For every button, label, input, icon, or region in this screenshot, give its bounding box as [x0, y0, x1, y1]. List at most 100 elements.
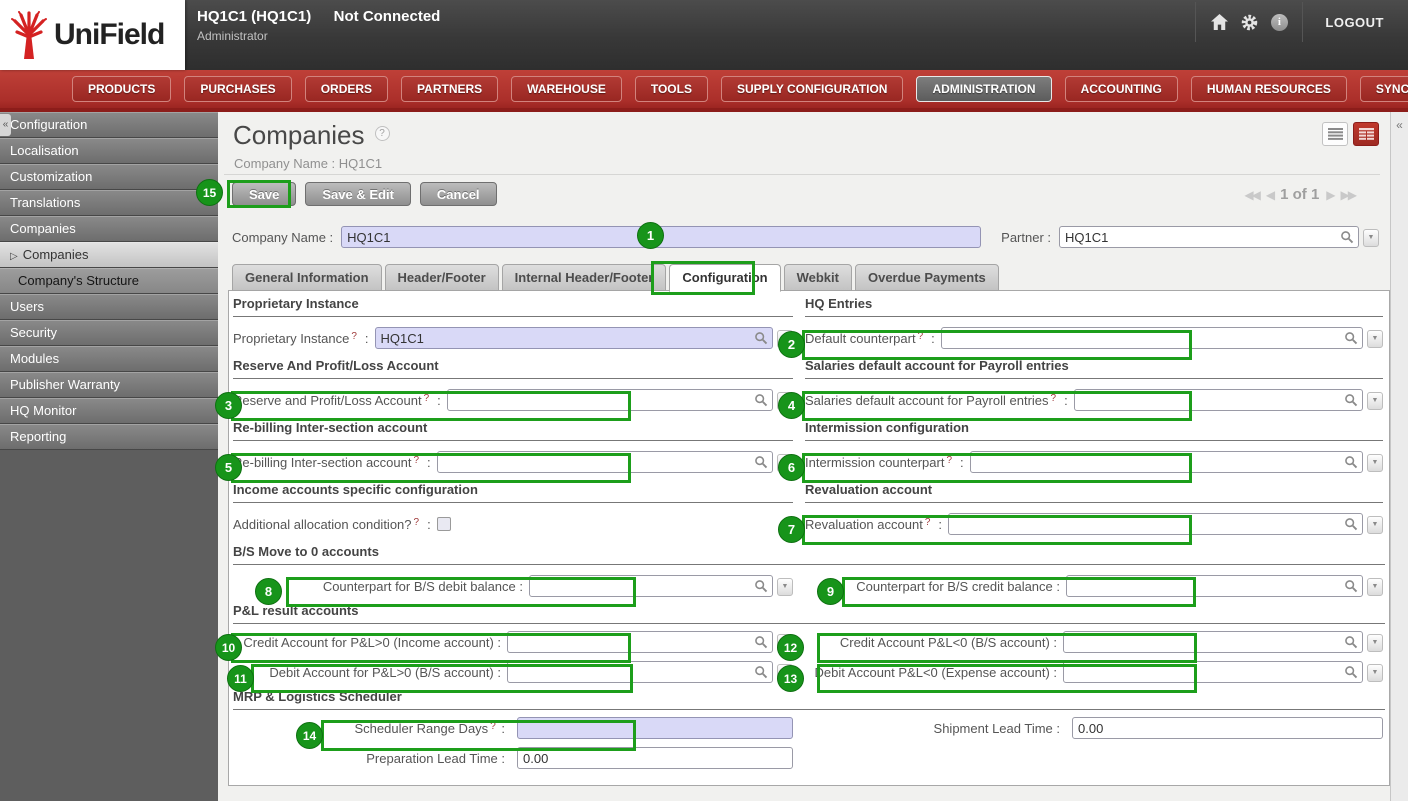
search-icon: [754, 331, 768, 345]
menu-tools[interactable]: TOOLS: [634, 76, 708, 102]
tab-overdue-payments[interactable]: Overdue Payments: [854, 264, 999, 291]
pl-debit-bs-input[interactable]: [507, 661, 773, 683]
sidebar-item-reporting[interactable]: Reporting: [0, 424, 218, 450]
preparation-lead-time-input[interactable]: [517, 747, 793, 769]
help-icon[interactable]: ?: [946, 455, 952, 466]
info-icon[interactable]: i: [1264, 9, 1294, 35]
dropdown-icon[interactable]: ▼: [1367, 516, 1383, 534]
logout-button[interactable]: LOGOUT: [1311, 15, 1398, 30]
dropdown-icon[interactable]: ▼: [777, 578, 793, 596]
pl-credit-bs-input[interactable]: [1063, 631, 1363, 653]
sidebar-item-security[interactable]: Security: [0, 320, 218, 346]
colon: :: [437, 392, 441, 408]
rebilling-account-input[interactable]: [436, 451, 773, 473]
search-icon: [754, 455, 768, 469]
bs-credit-balance-input[interactable]: [1066, 575, 1363, 597]
tab-header-footer[interactable]: Header/Footer: [384, 264, 499, 291]
sidebar-item-hq-monitor[interactable]: HQ Monitor: [0, 398, 218, 424]
pl-credit-income-label: Credit Account for P&L>0 (Income account…: [243, 634, 501, 650]
shipment-lead-time-input[interactable]: [1072, 717, 1383, 739]
tab-general-information[interactable]: General Information: [232, 264, 382, 291]
partner-dropdown-icon[interactable]: ▼: [1363, 229, 1380, 247]
search-icon: [1344, 579, 1358, 593]
dropdown-icon[interactable]: ▼: [777, 454, 793, 472]
next-page-icon[interactable]: ▶: [1326, 188, 1335, 202]
dropdown-icon[interactable]: ▼: [777, 392, 793, 410]
tab-webkit[interactable]: Webkit: [783, 264, 852, 291]
dropdown-icon[interactable]: ▼: [777, 634, 793, 652]
sidebar-item-modules[interactable]: Modules: [0, 346, 218, 372]
dropdown-icon[interactable]: ▼: [777, 330, 793, 348]
first-page-icon[interactable]: ◀◀: [1244, 188, 1261, 202]
sidebar-item-configuration[interactable]: Configuration: [0, 112, 218, 138]
gear-icon[interactable]: [1234, 9, 1264, 35]
cancel-button[interactable]: Cancel: [419, 182, 497, 206]
menu-supply-configuration[interactable]: SUPPLY CONFIGURATION: [720, 76, 904, 102]
pl-credit-income-input[interactable]: [507, 631, 773, 653]
dropdown-icon[interactable]: ▼: [1367, 578, 1383, 596]
partner-input[interactable]: [1059, 226, 1360, 248]
revaluation-account-input[interactable]: [948, 513, 1363, 535]
pl-debit-expense-input[interactable]: [1063, 661, 1363, 683]
preparation-lead-time-label: Preparation Lead Time :: [366, 750, 505, 766]
dropdown-icon[interactable]: ▼: [777, 664, 793, 682]
home-icon[interactable]: [1204, 9, 1234, 35]
save-button[interactable]: Save: [232, 182, 297, 206]
main-menu-bar: PRODUCTS PURCHASES ORDERS PARTNERS WAREH…: [0, 70, 1408, 112]
menu-purchases[interactable]: PURCHASES: [184, 76, 292, 102]
panel-collapse-icon[interactable]: «: [1391, 112, 1408, 132]
tab-configuration[interactable]: Configuration: [669, 264, 781, 292]
dropdown-icon[interactable]: ▼: [1367, 664, 1383, 682]
menu-human-resources[interactable]: HUMAN RESOURCES: [1190, 76, 1347, 102]
tab-internal-header-footer[interactable]: Internal Header/Footer: [501, 264, 667, 291]
reserve-account-input[interactable]: [446, 389, 773, 411]
dropdown-icon[interactable]: ▼: [1367, 392, 1383, 410]
prev-page-icon[interactable]: ◀: [1266, 188, 1275, 202]
sidebar-item-customization[interactable]: Customization: [0, 164, 218, 190]
menu-synchronization[interactable]: SYNCHRONIZATION: [1359, 76, 1408, 102]
default-counterpart-input[interactable]: [940, 327, 1363, 349]
menu-warehouse[interactable]: WAREHOUSE: [511, 76, 622, 102]
list-view-button[interactable]: [1322, 122, 1348, 146]
sidebar-collapse-icon[interactable]: «: [0, 114, 11, 136]
partner-label: Partner :: [1001, 229, 1052, 245]
colon: :: [1064, 392, 1068, 408]
help-icon[interactable]: ?: [424, 393, 430, 404]
proprietary-instance-input[interactable]: [374, 327, 773, 349]
sidebar-item-users[interactable]: Users: [0, 294, 218, 320]
menu-orders[interactable]: ORDERS: [304, 76, 389, 102]
help-icon[interactable]: ?: [351, 331, 357, 342]
bs-debit-balance-label: Counterpart for B/S debit balance :: [322, 578, 523, 594]
help-icon[interactable]: ?: [918, 331, 924, 342]
sidebar-item-companys-structure[interactable]: Company's Structure: [0, 268, 218, 294]
menu-administration[interactable]: ADMINISTRATION: [916, 76, 1052, 102]
sidebar-item-translations[interactable]: Translations: [0, 190, 218, 216]
dropdown-icon[interactable]: ▼: [1367, 330, 1383, 348]
last-page-icon[interactable]: ▶▶: [1341, 188, 1358, 202]
menu-products[interactable]: PRODUCTS: [72, 76, 172, 102]
sidebar-item-companies[interactable]: ▷ Companies: [0, 242, 218, 268]
sidebar-item-publisher-warranty[interactable]: Publisher Warranty: [0, 372, 218, 398]
help-icon[interactable]: ?: [414, 517, 420, 528]
company-name-input[interactable]: [341, 226, 982, 248]
save-edit-button[interactable]: Save & Edit: [305, 182, 411, 206]
search-icon: [754, 393, 768, 407]
help-icon[interactable]: ?: [925, 517, 931, 528]
help-icon[interactable]: ?: [1051, 393, 1057, 404]
additional-allocation-checkbox[interactable]: [436, 517, 451, 531]
menu-partners[interactable]: PARTNERS: [401, 76, 499, 102]
section-hq-entries: HQ Entries: [805, 296, 1383, 317]
form-view-button[interactable]: [1353, 122, 1379, 146]
bs-debit-balance-input[interactable]: [529, 575, 773, 597]
menu-accounting[interactable]: ACCOUNTING: [1064, 76, 1178, 102]
title-help-icon[interactable]: ?: [374, 126, 390, 141]
dropdown-icon[interactable]: ▼: [1367, 634, 1383, 652]
help-icon[interactable]: ?: [413, 455, 419, 466]
intermission-counterpart-input[interactable]: [969, 451, 1363, 473]
dropdown-icon[interactable]: ▼: [1367, 454, 1383, 472]
sidebar-item-localisation[interactable]: Localisation: [0, 138, 218, 164]
scheduler-range-days-input[interactable]: [517, 717, 793, 739]
help-icon[interactable]: ?: [490, 721, 496, 732]
sidebar-item-companies-group[interactable]: Companies: [0, 216, 218, 242]
salaries-account-input[interactable]: [1073, 389, 1363, 411]
